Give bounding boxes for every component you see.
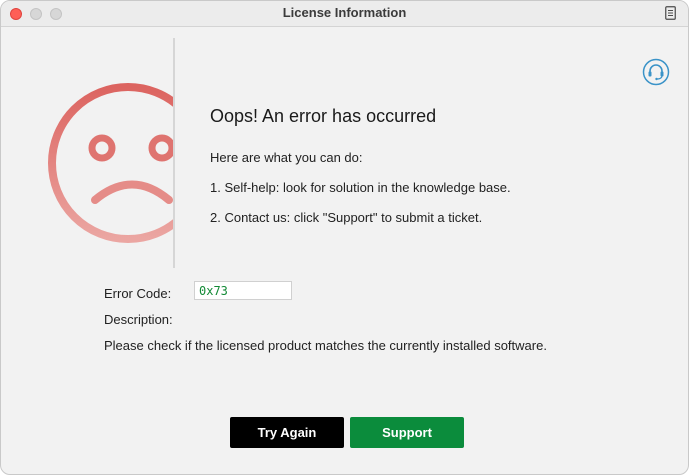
license-window: License Information Oops! An error has o… <box>0 0 689 475</box>
title-bar: License Information <box>1 1 688 27</box>
try-again-button[interactable]: Try Again <box>230 417 344 448</box>
description-label: Description: <box>104 312 173 327</box>
error-heading: Oops! An error has occurred <box>210 106 437 126</box>
contact-us-text: 2. Contact us: click "Support" to submit… <box>210 210 483 225</box>
support-button[interactable]: Support <box>350 417 464 448</box>
error-code-label: Error Code: <box>104 286 172 301</box>
vertical-divider <box>173 38 175 268</box>
headset-support-icon[interactable] <box>642 58 670 86</box>
intro-text: Here are what you can do: <box>210 150 363 165</box>
self-help-text: 1. Self-help: look for solution in the k… <box>210 180 511 195</box>
error-code-field[interactable]: 0x73 <box>194 281 292 300</box>
description-text: Please check if the licensed product mat… <box>104 338 547 353</box>
sad-face-icon <box>48 83 173 243</box>
window-title: License Information <box>282 5 407 20</box>
document-icon[interactable] <box>665 6 676 20</box>
